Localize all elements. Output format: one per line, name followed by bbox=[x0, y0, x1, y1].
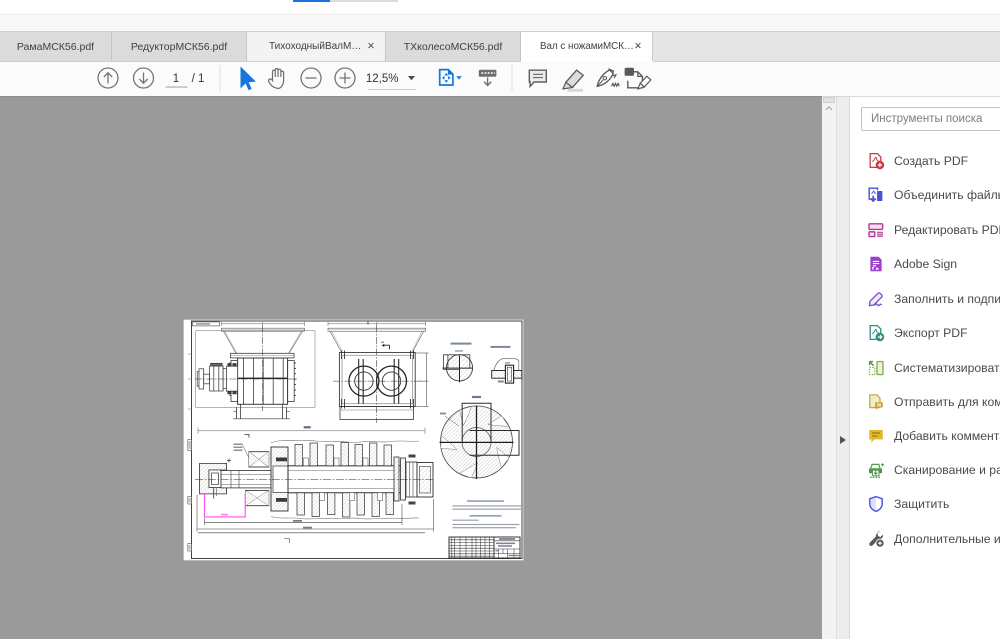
svg-text:/ 1: / 1 bbox=[192, 73, 205, 85]
svg-text:12,5%: 12,5% bbox=[366, 73, 399, 85]
svg-text:1: 1 bbox=[173, 73, 179, 85]
